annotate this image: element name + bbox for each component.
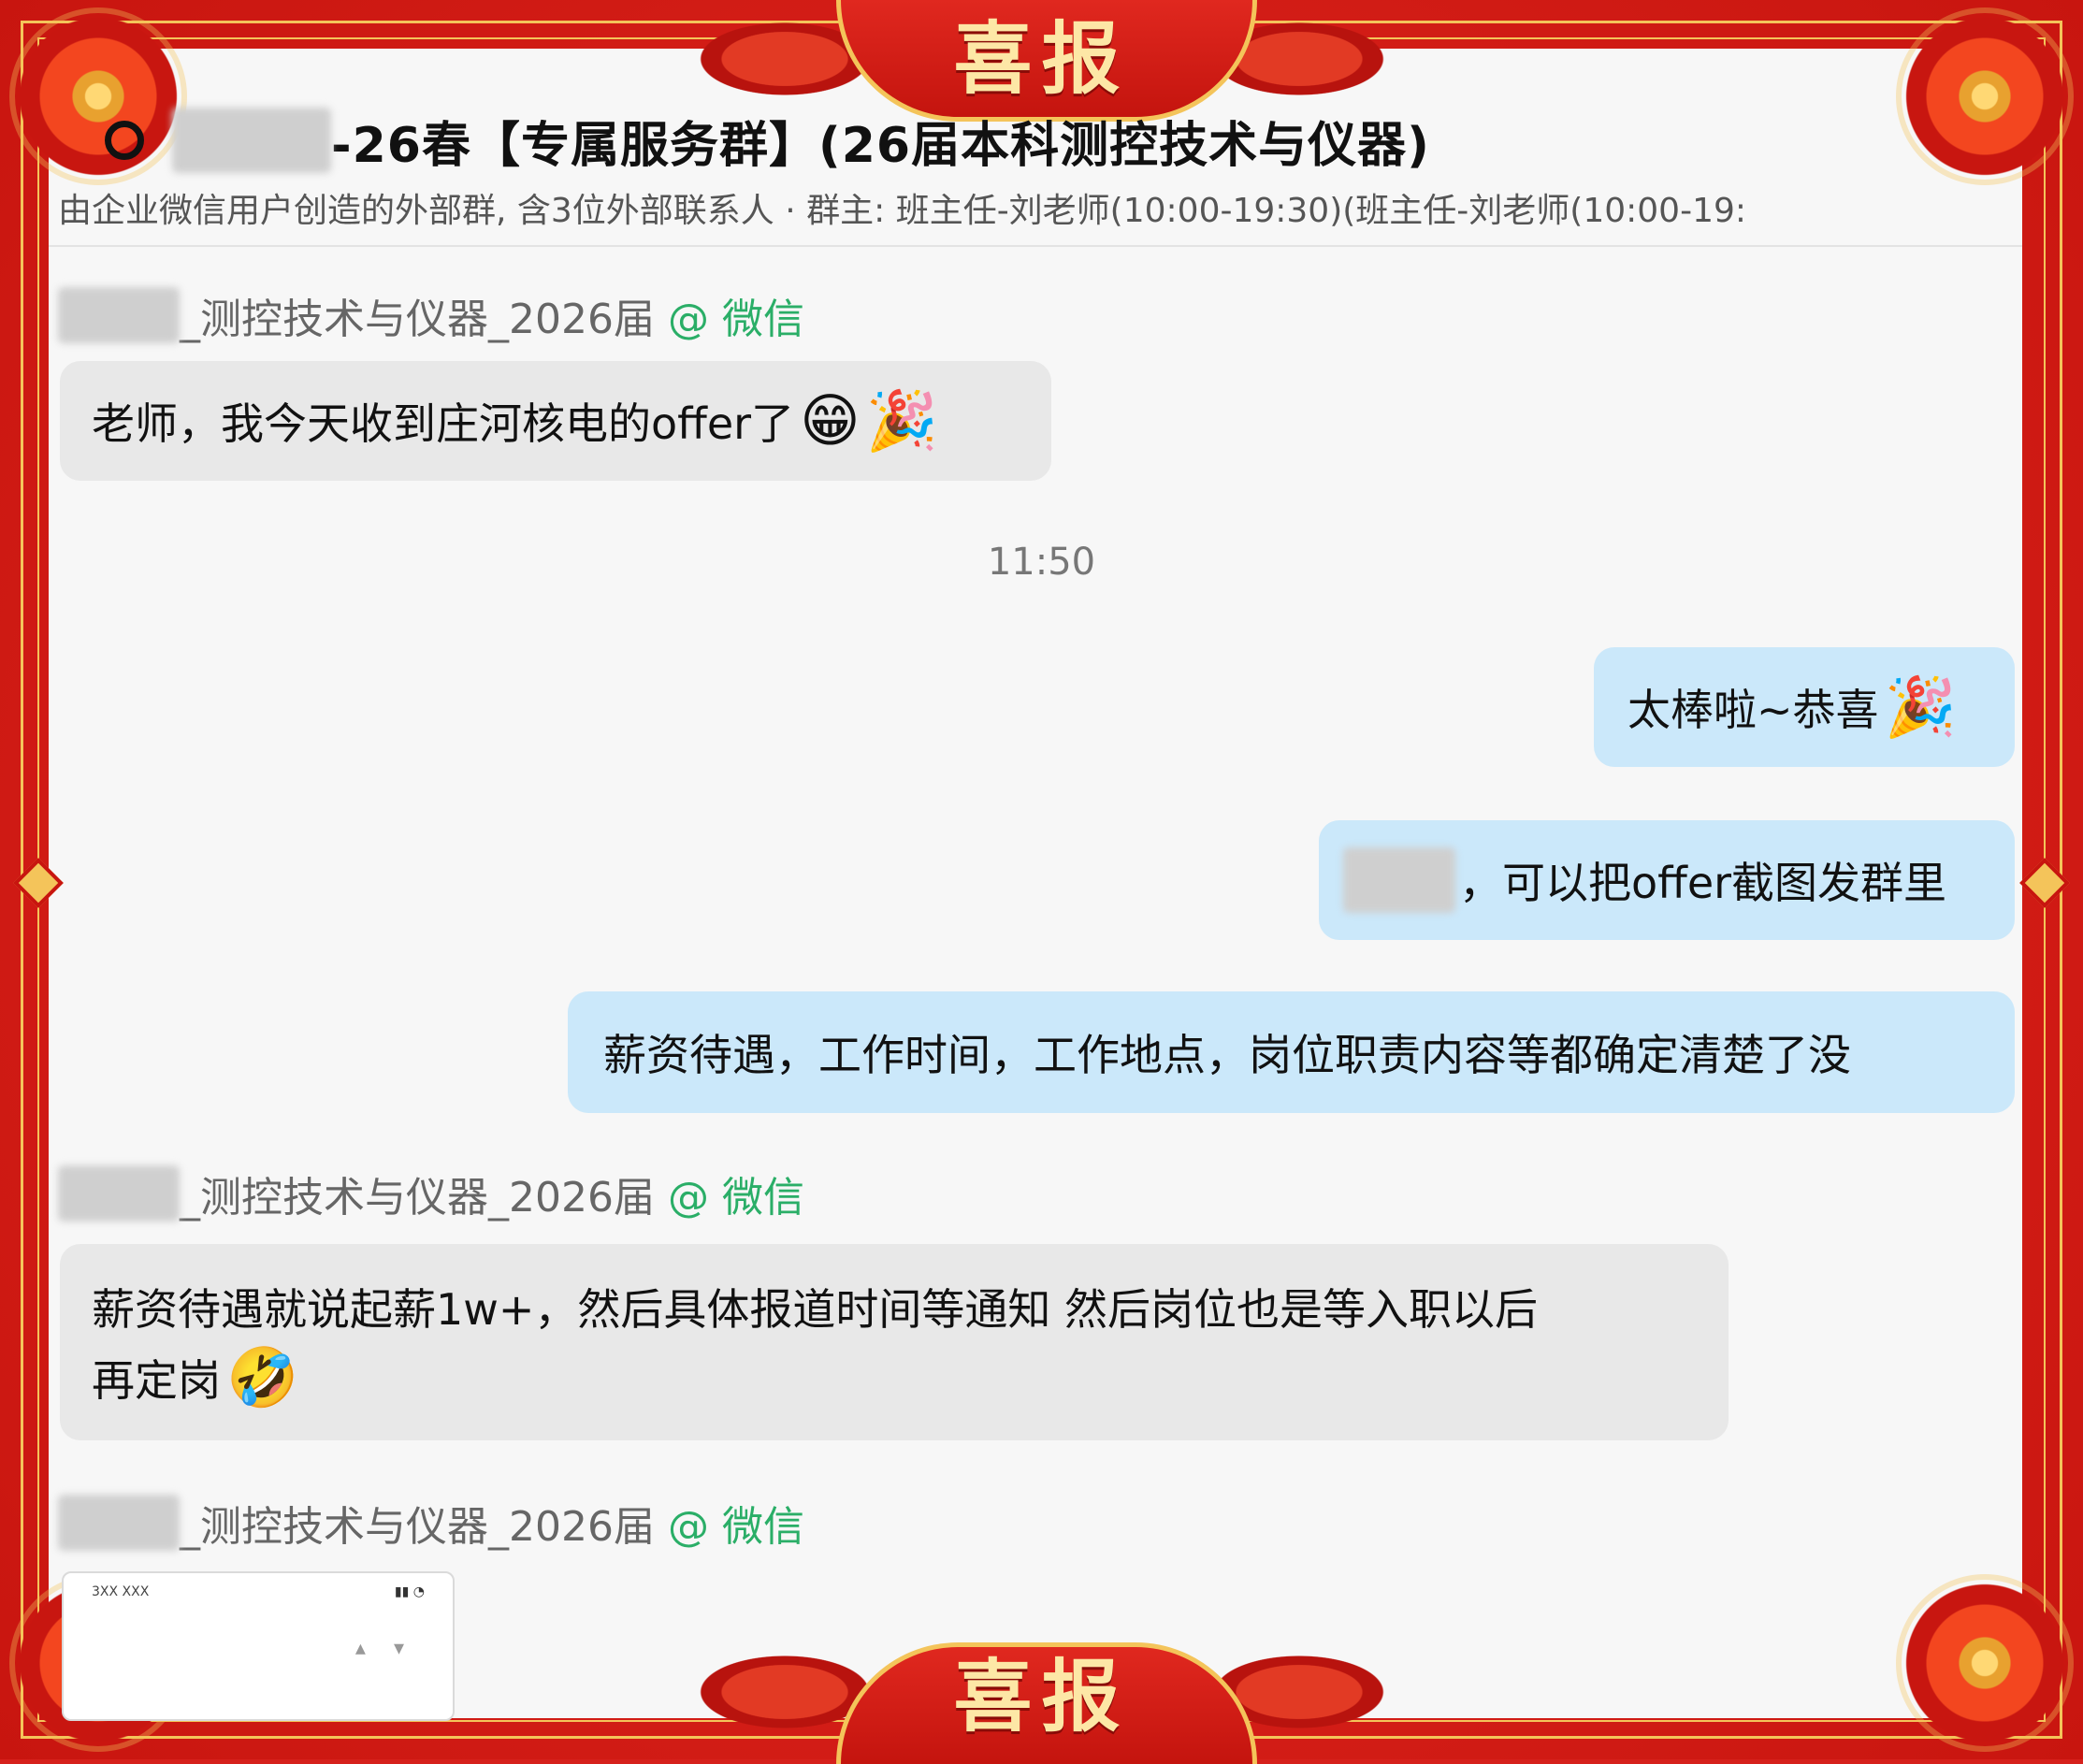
message-text: 再定岗: [92, 1355, 221, 1406]
redacted-sender: [58, 287, 180, 343]
message-bubble[interactable]: 薪资待遇，工作时间，工作地点，岗位职责内容等都确定清楚了没: [568, 991, 2015, 1113]
wechat-tag: @ 微信: [667, 1503, 804, 1551]
message-sender: _测控技术与仪器_2026届 @ 微信: [58, 285, 804, 345]
thumbnail-status-icons: ▮▮ ◔: [394, 1584, 425, 1599]
message-text: ，可以把offer截图发群里: [1459, 858, 1947, 908]
thumbnail-chevrons: ▴▾: [354, 1637, 432, 1660]
rolling-laughing-face-icon: 🤣: [226, 1343, 299, 1411]
flower-ornament-icon: [1896, 7, 2074, 185]
flower-ornament-icon: [1896, 1574, 2074, 1752]
bottom-banner: 喜报: [686, 1633, 1397, 1764]
message-bubble[interactable]: ，可以把offer截图发群里: [1319, 820, 2015, 940]
wechat-tag: @ 微信: [667, 1174, 804, 1222]
message-bubble[interactable]: 薪资待遇就说起薪1w+，然后具体报道时间等通知 然后岗位也是等入职以后 再定岗 …: [60, 1244, 1729, 1440]
sender-name: _测控技术与仪器_2026届: [180, 1174, 655, 1222]
chat-subtitle: 由企业微信用户创造的外部群, 含3位外部联系人 · 群主: 班主任-刘老师(10…: [58, 192, 1747, 230]
sender-name: _测控技术与仪器_2026届: [180, 296, 655, 343]
wechat-tag: @ 微信: [667, 296, 804, 343]
redacted-sender: [58, 1165, 180, 1222]
group-chat-icon: [105, 121, 144, 160]
redacted-sender: [58, 1495, 180, 1551]
message-text: 薪资待遇，工作时间，工作地点，岗位职责内容等都确定清楚了没: [603, 1030, 1851, 1080]
message-text-line: 薪资待遇就说起薪1w+，然后具体报道时间等通知 然后岗位也是等入职以后: [92, 1284, 1539, 1335]
thumbnail-status-bar: 3XX XXX: [92, 1584, 150, 1599]
chat-title: -26春【专属服务群】(26届本科测控技术与仪器): [331, 117, 1430, 174]
message-sender: _测控技术与仪器_2026届 @ 微信: [58, 1164, 804, 1223]
message-sender: _测控技术与仪器_2026届 @ 微信: [58, 1493, 804, 1553]
message-bubble[interactable]: 老师，我今天收到庄河核电的offer了 😁 🎉: [60, 361, 1051, 481]
banner-title: 喜报: [953, 1650, 1130, 1742]
party-popper-icon: 🎉: [865, 386, 938, 455]
redacted-name: [172, 108, 331, 173]
image-message-thumbnail[interactable]: 3XX XXX ▮▮ ◔ ▴▾: [62, 1571, 455, 1721]
message-text: 太棒啦~恭喜: [1627, 685, 1879, 735]
message-text: 老师，我今天收到庄河核电的offer了: [92, 398, 795, 449]
message-timestamp: 11:50: [987, 541, 1096, 584]
message-bubble[interactable]: 太棒啦~恭喜 🎉: [1594, 647, 2015, 767]
message-text-line-2: 再定岗 🤣: [92, 1347, 298, 1409]
chat-header: -26春【专属服务群】(26届本科测控技术与仪器): [105, 98, 1430, 182]
header-divider: [49, 245, 2022, 247]
party-popper-icon: 🎉: [1884, 672, 1957, 741]
grinning-face-icon: 😁: [800, 386, 861, 455]
sender-name: _测控技术与仪器_2026届: [180, 1503, 655, 1551]
redacted-mention: [1343, 847, 1455, 913]
